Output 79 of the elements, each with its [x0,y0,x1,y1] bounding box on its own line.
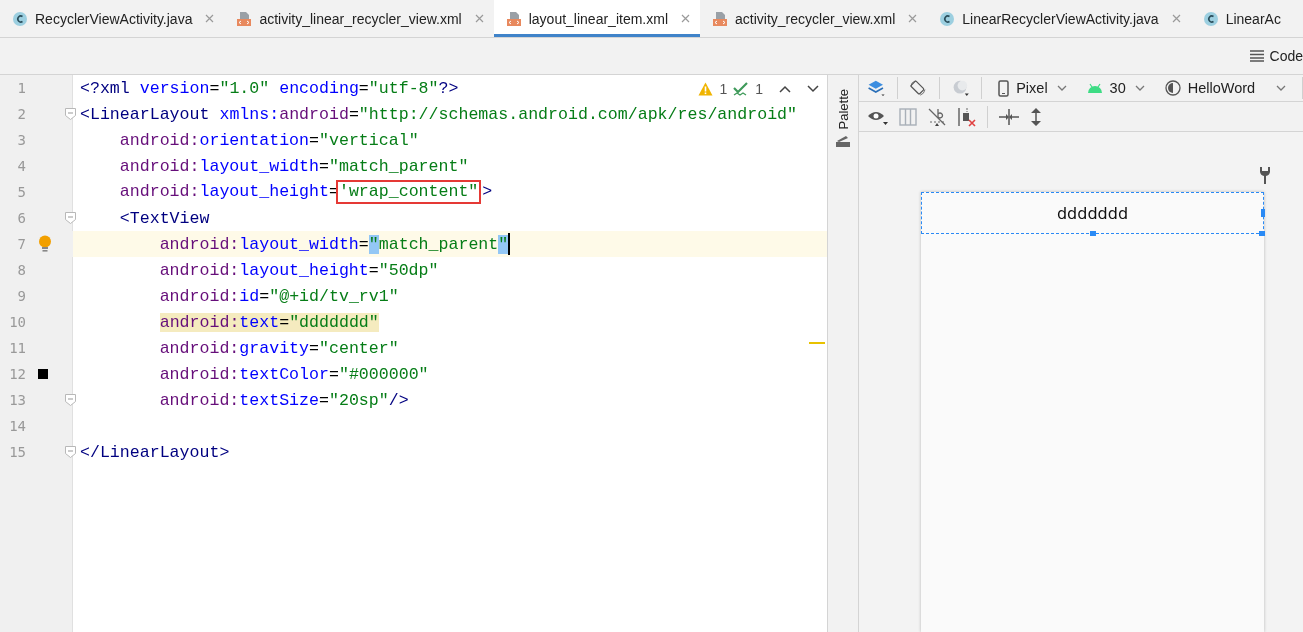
line-number: 3 [16,132,26,148]
api-level-dropdown[interactable]: 30 [1082,78,1149,99]
fold-marker-icon[interactable] [65,394,76,406]
chevron-down-icon [1134,85,1145,92]
theme-icon [1164,80,1181,97]
preview-text: ddddddd [1056,203,1129,223]
code-line: android:textColor="#000000" [158,364,429,384]
file-tab[interactable]: LinearAc [1190,0,1291,37]
xml-file-icon [712,10,728,27]
code-line: android:id="@+id/tv_rv1" [158,286,399,306]
warning-count: 1 [719,81,728,97]
lightbulb-icon[interactable] [38,235,52,253]
code-line: android:layout_height="50dp" [158,260,439,280]
line-number: 14 [8,418,26,434]
resize-handle[interactable] [1261,209,1265,217]
code-line: android:layout_width="match_parent" [118,156,469,176]
line-number: 4 [16,158,26,174]
device-dropdown[interactable]: Pixel [994,77,1071,99]
line-number: 1 [16,80,26,96]
line-number: 5 [16,184,26,200]
code-line: <?xml version="1.0" encoding="utf-8"?> [80,78,459,98]
code-line: <LinearLayout xmlns:android="http://schemas.android.com/apk/res/android" [80,104,797,124]
vertical-expand-icon[interactable] [1030,106,1042,127]
code-line: </LinearLayout> [80,442,230,462]
code-line: android:text="ddddddd" [158,312,379,332]
warning-icon[interactable] [698,82,714,96]
close-icon[interactable] [1171,14,1181,23]
code-line: android:textSize="20sp"/> [158,390,409,410]
selected-text-view[interactable]: ddddddd [921,192,1264,234]
code-line: android:gravity="center" [158,338,399,358]
line-number: 2 [16,106,26,122]
line-number: 15 [8,444,26,460]
fold-marker-icon[interactable] [65,108,76,120]
code-view-button[interactable]: Code [1245,46,1303,66]
columns-icon[interactable] [899,107,917,126]
file-tab[interactable]: LinearRecyclerViewActivity.java [927,0,1191,37]
line-number: 7 [16,236,26,252]
line-number: 12 [8,366,26,382]
file-tab[interactable]: activity_linear_recycler_view.xml [224,0,494,37]
line-number: 11 [8,340,26,356]
file-tab[interactable]: RecyclerViewActivity.java [0,0,225,37]
text-crossed-icon[interactable] [927,106,947,127]
line-number: 13 [8,392,26,408]
horizontal-shrink-icon[interactable] [998,108,1020,125]
file-tab[interactable]: layout_linear_item.xml [493,0,700,37]
palette-icon [836,135,850,148]
menu-icon [1249,50,1264,62]
close-icon[interactable] [908,14,918,23]
wrench-icon[interactable] [1259,166,1271,184]
file-tab[interactable]: activity_recycler_view.xml [700,0,928,37]
xml-file-icon [236,10,253,27]
android-icon [1086,83,1103,94]
weak-warning-count: 1 [755,81,763,97]
code-line: <TextView [118,208,210,228]
check-icon[interactable] [733,81,750,97]
code-line: android:layout_width="match_parent" [158,234,509,254]
class-file-icon [1202,10,1219,27]
clear-constraints-icon[interactable] [957,106,977,127]
fold-marker-icon[interactable] [65,446,76,458]
phone-icon [998,79,1010,97]
class-file-icon [939,10,956,27]
xml-file-icon [505,10,522,27]
color-swatch[interactable] [38,369,48,379]
line-number: 9 [16,288,26,304]
line-number: 8 [16,262,26,278]
palette-tab[interactable]: Palette [833,75,853,152]
chevron-down-icon [1276,85,1287,92]
fold-marker-icon[interactable] [65,212,76,224]
resize-handle[interactable] [1090,231,1096,236]
resize-handle[interactable] [1259,231,1265,236]
close-icon[interactable] [681,14,690,23]
line-number: 10 [8,314,26,330]
close-icon[interactable] [474,14,484,23]
class-file-icon [12,10,28,27]
theme-dropdown[interactable]: HelloWord [1160,78,1291,99]
line-number: 6 [16,210,26,226]
code-line: android:orientation="vertical" [118,130,419,150]
chevron-down-icon [1056,85,1067,92]
close-icon[interactable] [205,14,215,23]
